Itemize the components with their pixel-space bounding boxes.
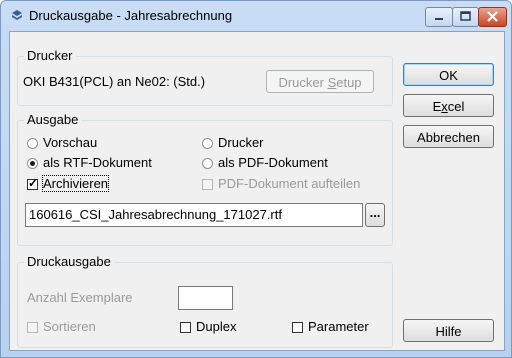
printer-setup-label: Drucker Setup [278,75,362,90]
drucker-group-legend: Drucker [24,48,76,63]
radio-drucker-label[interactable]: Drucker [218,135,264,150]
filename-input[interactable]: 160616_CSI_Jahresabrechnung_171027.rtf [25,203,363,227]
radio-vorschau-label[interactable]: Vorschau [43,135,97,150]
radio-vorschau[interactable] [27,138,38,149]
radio-pdf-label[interactable]: als PDF-Dokument [218,155,328,170]
checkmark-icon: ✓ [28,176,39,190]
minimize-icon [435,18,443,20]
app-icon [12,10,22,20]
hilfe-button[interactable]: Hilfe [403,319,494,342]
parameter-checkbox[interactable] [292,322,303,333]
ausgabe-group-legend: Ausgabe [24,112,82,127]
pdf-aufteilen-label[interactable]: PDF-Dokument aufteilen [218,176,360,191]
maximize-icon [460,11,471,21]
browse-button[interactable]: ... [365,203,385,227]
dialog-client-area: Drucker OKI B431(PCL) an Ne02: (Std.) Dr… [9,31,505,351]
radio-rtf[interactable] [27,158,38,169]
excel-button-label: Excel [432,99,465,114]
minimize-button[interactable] [425,7,453,27]
dialog-window: Druckausgabe - Jahresabrechnung Drucker … [0,0,512,358]
sortieren-checkbox[interactable] [27,322,38,333]
anzahl-input[interactable] [178,286,233,310]
sortieren-label[interactable]: Sortieren [43,319,96,334]
close-button[interactable] [478,7,507,27]
druckausgabe-group-legend: Druckausgabe [24,254,114,269]
title-bar[interactable]: Druckausgabe - Jahresabrechnung [1,1,511,31]
printer-name: OKI B431(PCL) an Ne02: (Std.) [23,74,206,89]
parameter-label[interactable]: Parameter [308,319,369,334]
anzahl-label: Anzahl Exemplare [27,290,133,305]
printer-setup-button[interactable]: Drucker Setup [266,70,374,93]
archivieren-checkbox[interactable]: ✓ [27,176,39,190]
close-icon [487,11,498,22]
abbrechen-button[interactable]: Abbrechen [403,125,494,148]
duplex-checkbox[interactable] [180,322,191,333]
maximize-button[interactable] [452,7,479,27]
pdf-aufteilen-checkbox[interactable] [202,179,213,190]
window-title: Druckausgabe - Jahresabrechnung [29,8,233,23]
ok-button[interactable]: OK [403,63,494,86]
radio-drucker[interactable] [202,138,213,149]
excel-button[interactable]: Excel [403,94,494,117]
radio-pdf[interactable] [202,158,213,169]
duplex-label[interactable]: Duplex [196,319,236,334]
archivieren-label[interactable]: Archivieren [41,175,110,192]
radio-selected-dot [30,161,35,166]
radio-rtf-label[interactable]: als RTF-Dokument [43,155,152,170]
